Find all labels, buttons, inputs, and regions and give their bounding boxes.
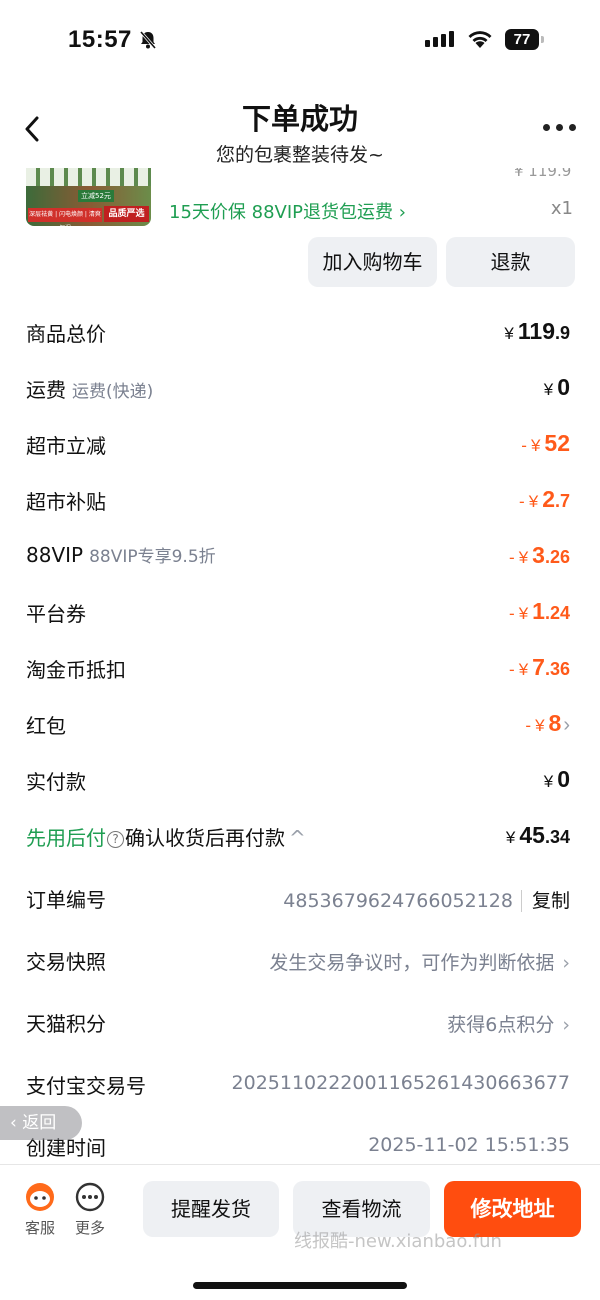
row-value: - ¥8 › (525, 710, 570, 736)
wifi-icon (468, 31, 492, 48)
page-subtitle: 您的包裹整装待发~ (216, 144, 384, 166)
row-label: 88VIP 88VIP专享9.5折 (26, 543, 216, 567)
bottom-action-bar: 客服 更多 提醒发货 查看物流 修改地址 线报酷-new.xianbao.fun (0, 1164, 600, 1300)
more-dots-icon (75, 1182, 105, 1212)
row-label: 运费 运费(快递) (26, 378, 154, 402)
row-label: 交易快照 (26, 950, 106, 974)
thumb-badge-quality: 品质严选 (104, 206, 149, 222)
refund-button[interactable]: 退款 (446, 237, 575, 287)
nav-header: 下单成功 您的包裹整装待发~ (0, 88, 600, 168)
row-value: - ¥52 (521, 430, 570, 456)
row-snapshot[interactable]: 交易快照 发生交易争议时，可作为判断依据 › (26, 946, 574, 976)
thumb-badge-discount: 立减52元 (78, 190, 114, 202)
row-paid: 实付款 ¥0 (26, 766, 574, 796)
row-label: 订单编号 (26, 888, 106, 912)
points-value: 获得6点积分 › (447, 1014, 570, 1036)
row-label: 淘金币抵扣 (26, 658, 126, 682)
row-label: 超市补贴 (26, 490, 106, 514)
more-tab[interactable]: 更多 (70, 1181, 110, 1238)
snapshot-value: 发生交易争议时，可作为判断依据 › (269, 952, 570, 974)
row-88vip: 88VIP 88VIP专享9.5折 - ¥3.26 (26, 542, 574, 572)
row-value: - ¥2.7 (519, 486, 570, 512)
order-number-value: 4853679624766052128 复制 (283, 890, 570, 912)
row-value: ¥0 (543, 374, 570, 400)
row-value: - ¥3.26 (509, 542, 570, 568)
remind-shipping-button[interactable]: 提醒发货 (143, 1181, 279, 1237)
mute-bell-icon (139, 31, 157, 49)
row-platform-coupon: 平台券 - ¥1.24 (26, 598, 574, 628)
row-goods-total: 商品总价 ¥119.9 (26, 318, 574, 348)
watermark-text: 线报酷-new.xianbao.fun (294, 1231, 502, 1252)
service-tags[interactable]: 15天价保 88VIP退货包运费 › (169, 198, 406, 224)
product-quantity: x1 (550, 198, 573, 219)
alipay-trade-no-value: 2025110222001165261430663677 (231, 1072, 570, 1094)
row-pay-later[interactable]: 先用后付? 确认收货后再付款 ^ ¥45.34 (26, 822, 574, 852)
row-label: 超市立减 (26, 434, 106, 458)
row-supermarket-discount: 超市立减 - ¥52 (26, 430, 574, 460)
thumb-badge-features: 深层祛黄 | 闪电焕颜 | 清爽保湿 (28, 208, 102, 226)
page-title: 下单成功 (241, 102, 358, 136)
product-thumbnail[interactable]: 立减52元 深层祛黄 | 闪电焕颜 | 清爽保湿 品质严选 (26, 168, 151, 226)
row-value: ¥0 (543, 766, 570, 792)
status-bar: 15:57 77 (0, 0, 600, 80)
customer-service-label: 客服 (24, 1219, 55, 1237)
thumb-pattern (26, 168, 151, 186)
cellular-signal-icon (425, 31, 454, 47)
customer-service-icon (26, 1183, 54, 1211)
copy-button[interactable]: 复制 (520, 890, 570, 912)
row-value: - ¥1.24 (509, 598, 570, 624)
pay-later-label: 先用后付 (26, 826, 106, 850)
chevron-up-icon: ^ (289, 826, 306, 850)
row-label: 先用后付? 确认收货后再付款 ^ (26, 826, 306, 850)
chevron-right-icon: › (562, 952, 570, 974)
row-shipping: 运费 运费(快递) ¥0 (26, 374, 574, 404)
row-label: 支付宝交易号 (26, 1074, 146, 1098)
row-label: 天猫积分 (26, 1012, 106, 1036)
row-taojinbi: 淘金币抵扣 - ¥7.36 (26, 654, 574, 684)
row-label: 实付款 (26, 770, 86, 794)
add-to-cart-button[interactable]: 加入购物车 (308, 237, 437, 287)
row-created-time: 创建时间 2025-11-02 15:51:35 (26, 1132, 574, 1162)
more-options-icon[interactable] (543, 124, 576, 131)
row-value: ¥119.9 (504, 318, 570, 344)
row-supermarket-subsidy: 超市补贴 - ¥2.7 (26, 486, 574, 516)
row-label: 平台券 (26, 602, 86, 626)
battery-icon: 77 (505, 29, 539, 50)
battery-tip (541, 36, 544, 43)
created-time-value: 2025-11-02 15:51:35 (368, 1134, 570, 1156)
row-red-packet[interactable]: 红包 - ¥8 › (26, 710, 574, 740)
chevron-right-icon: › (562, 1014, 570, 1036)
row-tmall-points[interactable]: 天猫积分 获得6点积分 › (26, 1008, 574, 1038)
status-time: 15:57 (68, 26, 132, 53)
row-label: 商品总价 (26, 322, 106, 346)
product-price: ¥ 119.9 (514, 168, 572, 180)
chevron-right-icon: › (563, 714, 570, 736)
vip-discount-note: 88VIP专享9.5折 (89, 547, 216, 567)
row-alipay-trade-no: 支付宝交易号 2025110222001165261430663677 (26, 1070, 574, 1100)
row-value: - ¥7.36 (509, 654, 570, 680)
more-label: 更多 (74, 1219, 105, 1237)
shipping-method: 运费(快递) (72, 382, 154, 402)
row-value: ¥45.34 (505, 822, 570, 848)
customer-service-tab[interactable]: 客服 (20, 1181, 60, 1238)
row-order-number: 订单编号 4853679624766052128 复制 (26, 884, 574, 914)
product-card[interactable]: 立减52元 深层祛黄 | 闪电焕颜 | 清爽保湿 品质严选 ¥ 119.9 15… (0, 168, 600, 230)
return-pill-button[interactable]: ‹ 返回 (0, 1106, 82, 1140)
row-label: 红包 (26, 714, 66, 738)
home-indicator[interactable] (193, 1282, 407, 1289)
help-icon[interactable]: ? (107, 831, 124, 848)
